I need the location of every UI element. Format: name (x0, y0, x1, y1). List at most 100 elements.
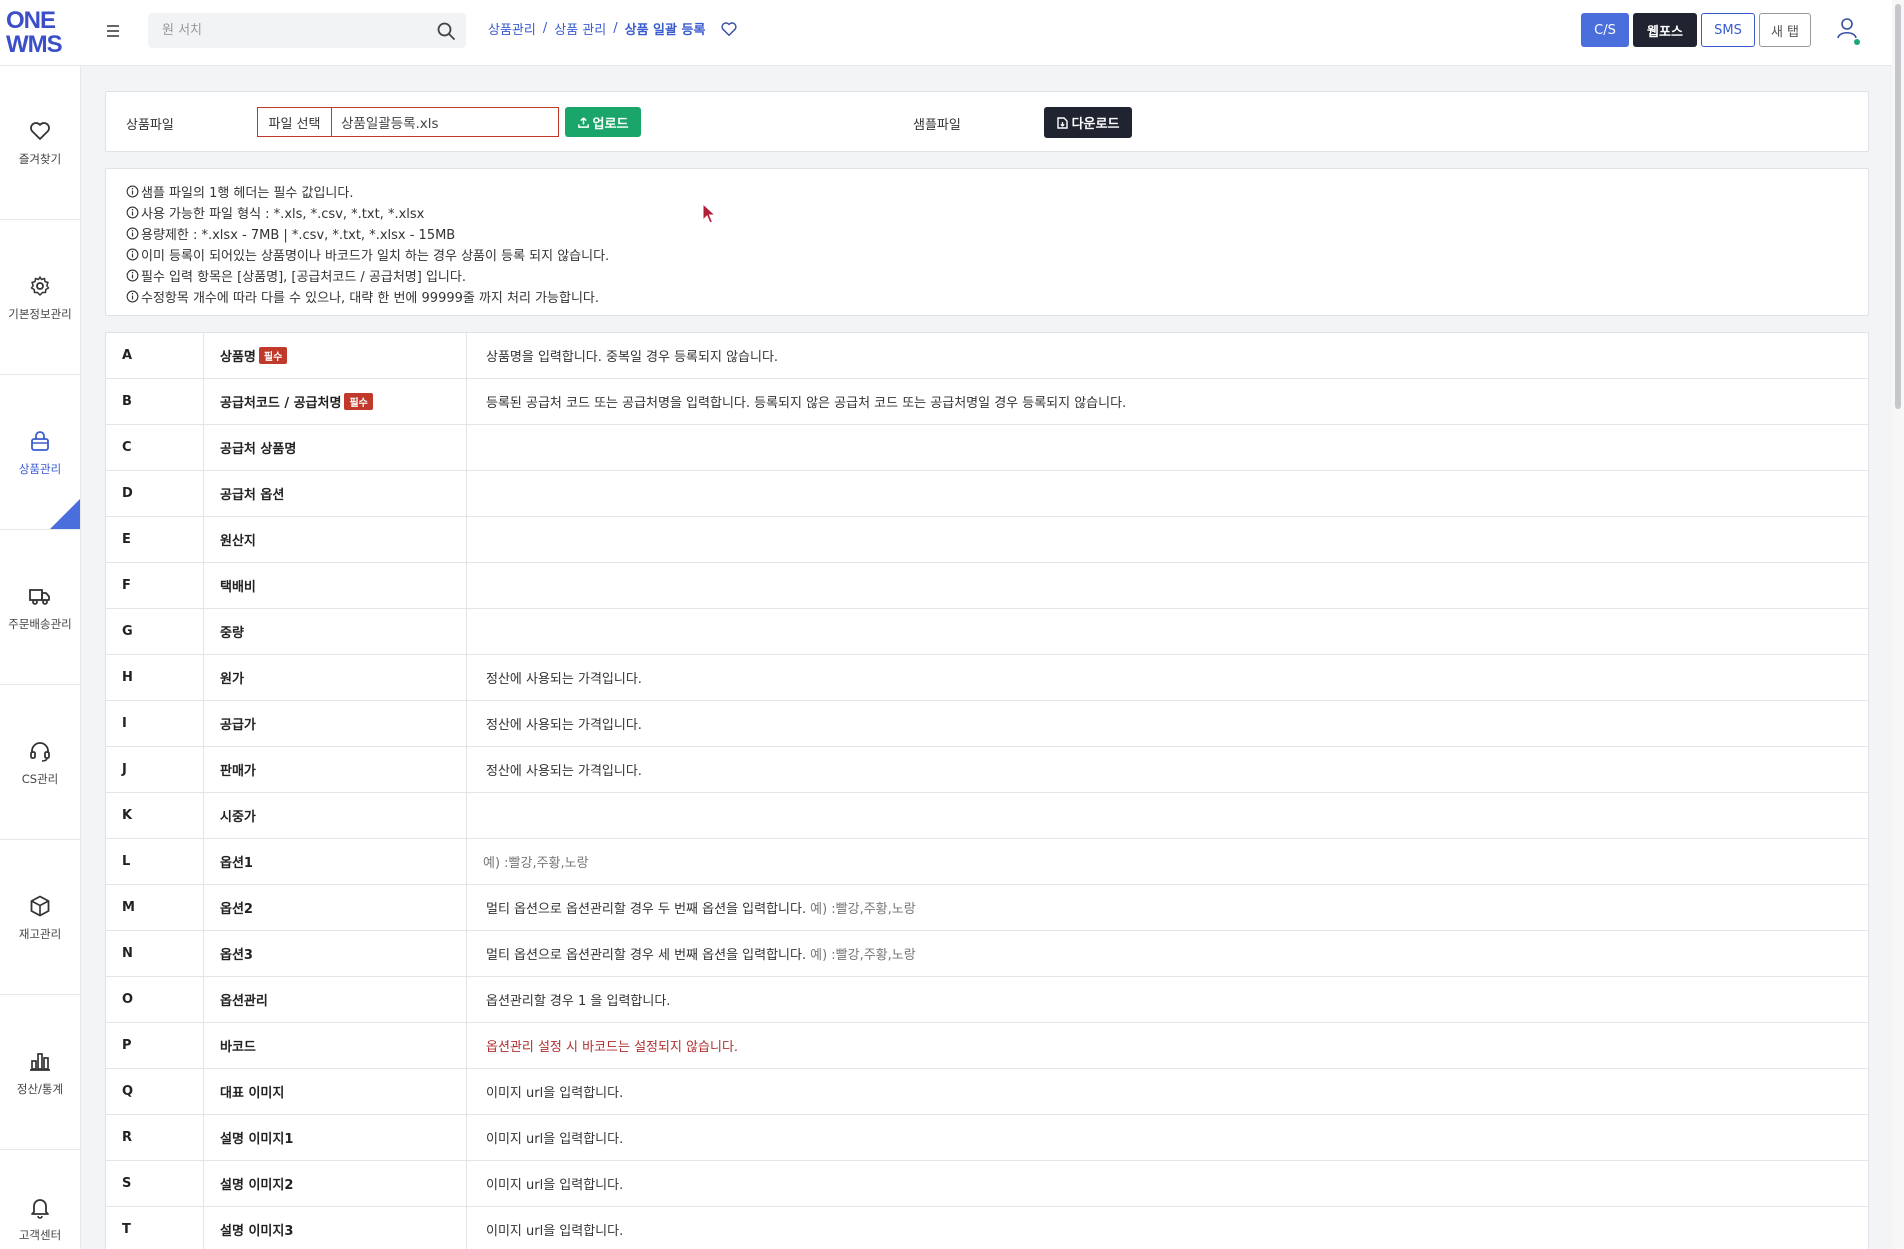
field-name: 공급처 옵션 (204, 471, 467, 516)
field-description (467, 425, 1868, 470)
field-description-text: 정산에 사용되는 가격입니다. (486, 764, 642, 779)
field-name-text: 공급처코드 / 공급처명 (220, 396, 342, 411)
sidebar-item-products[interactable]: 상품관리 (0, 376, 80, 530)
upload-button[interactable]: 업로드 (565, 107, 641, 137)
field-description-text: 이미지 url을 입력합니다. (486, 1178, 624, 1193)
sidebar-item-label: 고객센터 (18, 1228, 62, 1242)
info-icon (126, 248, 139, 261)
sample-file-label: 샘플파일 (913, 118, 961, 133)
sidebar-item-favorites[interactable]: 즐겨찾기 (0, 66, 80, 220)
field-description (467, 793, 1868, 838)
field-example-text: 예) :빨강,주황,노랑 (483, 856, 589, 871)
field-description: 이미지 url을 입력합니다. (467, 1115, 1868, 1160)
field-name: 설명 이미지3 (204, 1207, 467, 1249)
field-name: 공급처 상품명 (204, 425, 467, 470)
field-description-text: 이미지 url을 입력합니다. (486, 1132, 624, 1147)
hamburger-icon[interactable] (104, 22, 124, 42)
webpos-button[interactable]: 웹포스 (1633, 13, 1697, 47)
field-description: 옵션관리 설정 시 바코드는 설정되지 않습니다. (467, 1023, 1868, 1068)
field-name: 옵션2 (204, 885, 467, 930)
field-name-text: 공급처 옵션 (220, 488, 285, 503)
field-row: F 택배비 (106, 563, 1868, 609)
scrollbar-thumb[interactable] (1895, 4, 1901, 409)
field-description: 옵션관리할 경우 1 을 입력합니다. (467, 977, 1868, 1022)
breadcrumb-item-2[interactable]: 상품 관리 (554, 19, 606, 38)
field-name-text: 옵션2 (220, 902, 253, 917)
field-name: 상품명 필수 (204, 333, 467, 378)
field-column-letter: A (106, 333, 204, 378)
breadcrumb: 상품관리 / 상품 관리 / 상품 일괄 등록 (488, 19, 738, 38)
sidebar-item-label: 기본정보관리 (8, 306, 72, 321)
field-row: L 옵션1 예) :빨강,주황,노랑 (106, 839, 1868, 885)
field-column-letter: D (106, 471, 204, 516)
field-row: M 옵션2 멀티 옵션으로 옵션관리할 경우 두 번째 옵션을 입력합니다. 예) :… (106, 885, 1868, 931)
field-column-letter: P (106, 1023, 204, 1068)
breadcrumb-item-1[interactable]: 상품관리 (488, 19, 536, 38)
field-name-text: 택배비 (220, 580, 256, 595)
field-description: 이미지 url을 입력합니다. (467, 1207, 1868, 1249)
field-description-text: 정산에 사용되는 가격입니다. (486, 672, 642, 687)
notice-item: 필수 입력 항목은 [상품명], [공급처코드 / 공급처명] 입니다. (126, 265, 1868, 286)
file-input[interactable]: 파일 선택 상품일괄등록.xls (257, 107, 559, 137)
field-description-text: 정산에 사용되는 가격입니다. (486, 718, 642, 733)
field-example-text: 예) :빨강,주황,노랑 (810, 948, 916, 963)
field-name: 바코드 (204, 1023, 467, 1068)
required-badge: 필수 (344, 393, 373, 410)
field-row: C 공급처 상품명 (106, 425, 1868, 471)
notice-panel: 샘플 파일의 1행 헤더는 필수 값입니다. 사용 가능한 파일 형식 : *.… (105, 168, 1869, 316)
search-box (148, 13, 466, 48)
field-description-text: 멀티 옵션으로 옵션관리할 경우 두 번째 옵션을 입력합니다. (486, 902, 807, 917)
search-icon[interactable] (436, 21, 456, 41)
logo-line-2: WMS (6, 31, 63, 58)
field-definition-table: A 상품명 필수 상품명을 입력합니다. 중복일 경우 등록되지 않습니다. B 공급처코… (105, 332, 1869, 1249)
field-column-letter: G (106, 609, 204, 654)
notice-text: 샘플 파일의 1행 헤더는 필수 값입니다. (141, 186, 354, 201)
field-column-letter: T (106, 1207, 204, 1249)
field-name-text: 원가 (220, 672, 244, 687)
new-tab-button[interactable]: 새 탭 (1759, 13, 1811, 47)
required-badge: 필수 (258, 347, 288, 364)
field-row: P 바코드 옵션관리 설정 시 바코드는 설정되지 않습니다. (106, 1023, 1868, 1069)
field-name: 옵션3 (204, 931, 467, 976)
sidebar-item-customer-center[interactable]: 고객센터 (0, 1151, 80, 1249)
field-name-text: 중량 (220, 626, 244, 641)
field-row: Q 대표 이미지 이미지 url을 입력합니다. (106, 1069, 1868, 1115)
field-row: A 상품명 필수 상품명을 입력합니다. 중복일 경우 등록되지 않습니다. (106, 333, 1868, 379)
user-icon[interactable] (1834, 15, 1860, 45)
choose-file-button[interactable]: 파일 선택 (258, 108, 332, 136)
info-icon (126, 269, 139, 282)
sidebar-item-statistics[interactable]: 정산/통계 (0, 996, 80, 1150)
mouse-cursor-icon (702, 203, 716, 224)
info-icon (126, 185, 139, 198)
field-description: 예) :빨강,주황,노랑 (467, 839, 1868, 884)
logo-line-1: ONE (6, 7, 56, 34)
onewms-logo[interactable]: ONE WMS (6, 9, 66, 57)
heart-icon[interactable] (720, 20, 738, 38)
field-column-letter: N (106, 931, 204, 976)
field-description (467, 517, 1868, 562)
notice-text: 이미 등록이 되어있는 상품명이나 바코드가 일치 하는 경우 상품이 등록 되… (141, 249, 610, 264)
field-column-letter: M (106, 885, 204, 930)
field-description: 멀티 옵션으로 옵션관리할 경우 세 번째 옵션을 입력합니다. 예) :빨강,주… (467, 931, 1868, 976)
field-row: S 설명 이미지2 이미지 url을 입력합니다. (106, 1161, 1868, 1207)
field-name: 대표 이미지 (204, 1069, 467, 1114)
page-scrollbar[interactable] (1892, 0, 1904, 1249)
sms-button[interactable]: SMS (1701, 13, 1755, 47)
sidebar-item-inventory[interactable]: 재고관리 (0, 841, 80, 995)
field-name: 판매가 (204, 747, 467, 792)
sidebar-item-cs[interactable]: CS관리 (0, 686, 80, 840)
sidebar-item-orders[interactable]: 주문배송관리 (0, 531, 80, 685)
download-button[interactable]: 다운로드 (1044, 107, 1132, 138)
field-description: 상품명을 입력합니다. 중복일 경우 등록되지 않습니다. (467, 333, 1868, 378)
field-name: 중량 (204, 609, 467, 654)
sidebar-item-basic-info[interactable]: 기본정보관리 (0, 221, 80, 375)
notice-text: 필수 입력 항목은 [상품명], [공급처코드 / 공급처명] 입니다. (141, 270, 466, 285)
field-description (467, 471, 1868, 516)
search-input[interactable] (162, 13, 432, 48)
upload-button-label: 업로드 (592, 116, 629, 132)
field-name: 원산지 (204, 517, 467, 562)
field-row: E 원산지 (106, 517, 1868, 563)
field-description-text: 등록된 공급처 코드 또는 공급처명을 입력합니다. 등록되지 않은 공급처 코… (486, 396, 1127, 411)
cs-button[interactable]: C/S (1581, 13, 1629, 47)
product-file-label: 상품파일 (126, 118, 174, 133)
